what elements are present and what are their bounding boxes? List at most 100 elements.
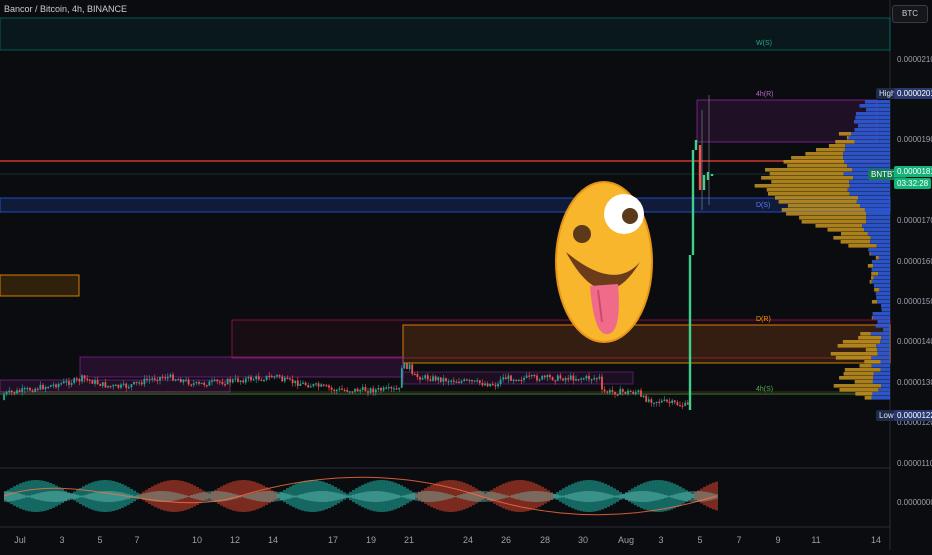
volume-bar xyxy=(871,356,890,360)
candle xyxy=(357,389,359,392)
candle xyxy=(375,389,377,392)
candle xyxy=(508,376,510,380)
candle xyxy=(570,376,572,380)
candle xyxy=(432,376,434,380)
price-label: 0.00001400 xyxy=(897,337,932,346)
volume-bar xyxy=(872,316,873,320)
chart-window[interactable]: Bancor / Bitcoin, 4h, BINANCE BTC W(S) 4… xyxy=(0,0,932,550)
candle xyxy=(689,255,691,410)
candle xyxy=(619,389,621,395)
oscillator-bar xyxy=(289,495,292,499)
candle xyxy=(422,378,424,379)
candle xyxy=(557,375,559,380)
oscillator-bar xyxy=(82,495,85,497)
candle xyxy=(586,376,588,379)
oscillator-bar xyxy=(310,492,313,501)
candle xyxy=(487,384,489,387)
oscillator-bar xyxy=(466,493,469,501)
oscillator-bar xyxy=(472,492,475,502)
candle xyxy=(385,388,387,389)
oscillator-bar xyxy=(397,495,400,498)
price-label: 0.00001900 xyxy=(897,135,932,144)
price-label: 0.00002100 xyxy=(897,55,932,64)
oscillator-bar xyxy=(541,491,544,501)
oscillator-bar xyxy=(382,492,385,502)
candle xyxy=(318,383,320,386)
candle xyxy=(201,383,203,384)
volume-bar xyxy=(859,364,871,368)
volume-bar xyxy=(874,284,890,288)
oscillator-bar xyxy=(166,491,169,501)
candle xyxy=(388,387,390,388)
candle xyxy=(313,384,315,386)
candle xyxy=(128,387,130,388)
oscillator-bar xyxy=(211,491,214,502)
volume-bar xyxy=(873,376,890,380)
price-label: 0.00001600 xyxy=(897,257,932,266)
oscillator-bar xyxy=(28,496,31,498)
oscillator-bar xyxy=(388,493,391,501)
candle xyxy=(383,388,385,391)
candle xyxy=(255,376,257,379)
volume-bar xyxy=(872,364,890,368)
candle xyxy=(469,380,471,381)
candle xyxy=(271,376,273,377)
oscillator-bar xyxy=(250,493,253,499)
oscillator-bar xyxy=(535,491,538,502)
oscillator-bar xyxy=(649,492,652,502)
candle xyxy=(471,380,473,381)
candle xyxy=(193,383,195,385)
oscillator-bar xyxy=(304,493,307,500)
candle xyxy=(320,384,322,386)
oscillator-bar xyxy=(436,492,439,502)
candle xyxy=(6,392,8,394)
candle xyxy=(591,379,593,380)
oscillator-bar xyxy=(661,494,664,499)
oscillator-bar xyxy=(559,495,562,497)
candle xyxy=(695,140,697,150)
time-label: 7 xyxy=(736,535,741,545)
oscillator-bar xyxy=(256,492,259,501)
oscillator-bar xyxy=(214,491,217,502)
candle xyxy=(536,376,538,381)
volume-bar xyxy=(857,200,890,204)
oscillator-bar xyxy=(109,491,112,502)
candle xyxy=(125,384,127,388)
candle xyxy=(599,377,601,379)
candle xyxy=(58,384,60,387)
oscillator-bar xyxy=(94,492,97,500)
oscillator-bar xyxy=(385,492,388,501)
time-label: Jul xyxy=(14,535,26,545)
candle xyxy=(102,382,104,386)
candle xyxy=(188,380,190,385)
oscillator-bar xyxy=(601,493,604,501)
symbol-button[interactable]: BTC xyxy=(892,5,928,23)
oscillator-bar xyxy=(547,492,550,500)
price-label: 0.00001700 xyxy=(897,216,932,225)
oscillator-bar xyxy=(325,491,328,502)
volume-bar xyxy=(761,176,853,180)
candle xyxy=(29,388,31,390)
candle xyxy=(513,380,515,381)
candle xyxy=(159,377,161,381)
price-label: 0.00001100 xyxy=(897,459,932,468)
candle xyxy=(196,382,198,383)
oscillator-bar xyxy=(514,494,517,499)
candle xyxy=(541,376,543,380)
oscillator-bar xyxy=(532,491,535,502)
price-chart[interactable] xyxy=(0,0,932,550)
oscillator-bar xyxy=(553,494,556,499)
oscillator-bar xyxy=(376,491,379,502)
oscillator-bar xyxy=(631,492,634,501)
volume-bar xyxy=(860,204,890,208)
candle xyxy=(687,403,689,405)
volume-bar xyxy=(865,208,890,212)
candle xyxy=(502,377,504,379)
volume-bar xyxy=(877,320,890,324)
candle xyxy=(16,390,18,393)
candle xyxy=(562,378,564,380)
candle xyxy=(489,384,491,386)
oscillator-bar xyxy=(685,492,688,502)
candle xyxy=(92,380,94,383)
candle xyxy=(453,380,455,381)
